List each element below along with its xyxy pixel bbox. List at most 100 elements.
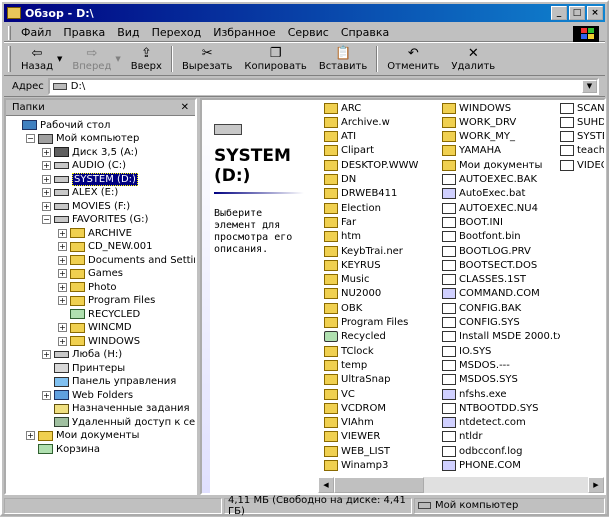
file-item[interactable]: DN xyxy=(324,173,440,187)
file-item[interactable]: VIDEOF xyxy=(560,158,604,172)
file-item[interactable]: OBK xyxy=(324,301,440,315)
file-item[interactable]: Мои документы xyxy=(442,158,560,172)
horizontal-scrollbar[interactable]: ◀ ▶ xyxy=(318,477,604,493)
tree-item[interactable]: + WINCMD xyxy=(58,321,132,335)
tree-item[interactable]: − Мой компьютер xyxy=(26,132,139,146)
file-item[interactable]: SYSTEI xyxy=(560,130,604,144)
tree-item[interactable]: Назначенные задания xyxy=(42,402,190,416)
menu-go[interactable]: Переход xyxy=(146,26,208,39)
file-item[interactable]: CONFIG.SYS xyxy=(442,316,560,330)
address-dropdown-button[interactable]: ▼ xyxy=(582,80,597,93)
tree-item[interactable]: + ALEX (E:) xyxy=(42,186,118,200)
scroll-track[interactable] xyxy=(334,477,588,493)
undo-button[interactable]: ↶ Отменить xyxy=(381,43,445,75)
file-item[interactable]: SCANDI xyxy=(560,101,604,115)
menu-help[interactable]: Справка xyxy=(335,26,395,39)
file-item[interactable]: Far xyxy=(324,215,440,229)
expand-icon[interactable]: + xyxy=(42,350,51,359)
tree-item[interactable]: + ARCHIVE xyxy=(58,226,132,240)
file-item[interactable]: KEYRUS xyxy=(324,258,440,272)
scroll-right-button[interactable]: ▶ xyxy=(588,477,604,493)
file-item[interactable]: ntdetect.com xyxy=(442,416,560,430)
file-item[interactable]: MSDOS.SYS xyxy=(442,373,560,387)
cut-button[interactable]: ✂ Вырезать xyxy=(176,43,238,75)
file-item[interactable]: nfshs.exe xyxy=(442,387,560,401)
file-item[interactable]: VCDROM xyxy=(324,401,440,415)
minimize-button[interactable]: _ xyxy=(551,6,567,20)
tree-item[interactable]: RECYCLED xyxy=(58,307,140,321)
menu-file[interactable]: Файл xyxy=(15,26,57,39)
expand-icon[interactable]: + xyxy=(58,228,67,238)
close-button[interactable]: × xyxy=(587,6,603,20)
tree-item[interactable]: + Program Files xyxy=(58,294,155,308)
scroll-thumb[interactable] xyxy=(334,477,424,493)
file-item[interactable]: WINDOWS xyxy=(442,101,560,115)
file-item[interactable]: UltraSnap xyxy=(324,373,440,387)
file-item[interactable]: temp xyxy=(324,358,440,372)
tree-item[interactable]: + Photo xyxy=(58,280,117,294)
file-item[interactable]: CONFIG.BAK xyxy=(442,301,560,315)
file-item[interactable]: CLASSES.1ST xyxy=(442,273,560,287)
file-item[interactable]: AutoExec.bat xyxy=(442,187,560,201)
tree-item[interactable]: + MOVIES (F:) xyxy=(42,199,130,213)
file-item[interactable]: NTBOOTDD.SYS xyxy=(442,401,560,415)
forward-dropdown-icon[interactable]: ▼ xyxy=(115,55,120,63)
file-item[interactable]: Recycled xyxy=(324,330,440,344)
menu-view[interactable]: Вид xyxy=(111,26,145,39)
up-button[interactable]: ⇪ Вверх xyxy=(125,43,168,75)
menu-tools[interactable]: Сервис xyxy=(282,26,335,39)
file-item[interactable]: AUTOEXEC.BAK xyxy=(442,173,560,187)
copy-button[interactable]: ❐ Копировать xyxy=(238,43,312,75)
file-item[interactable]: htm xyxy=(324,230,440,244)
expand-icon[interactable]: + xyxy=(42,174,51,184)
tree-item[interactable]: + Мои документы xyxy=(26,429,139,443)
tree-item[interactable]: + WINDOWS xyxy=(58,334,140,348)
back-button[interactable]: ⇦ Назад xyxy=(15,43,59,75)
file-item[interactable]: VC xyxy=(324,387,440,401)
file-item[interactable]: Music xyxy=(324,273,440,287)
tree-item[interactable]: + AUDIO (C:) xyxy=(42,159,126,173)
expand-icon[interactable]: + xyxy=(58,282,67,292)
file-item[interactable]: Program Files xyxy=(324,316,440,330)
file-item[interactable]: SUHDL xyxy=(560,115,604,129)
menu-edit[interactable]: Правка xyxy=(57,26,111,39)
tree-item[interactable]: Корзина xyxy=(26,442,100,456)
collapse-icon[interactable]: − xyxy=(26,134,35,143)
expand-icon[interactable]: + xyxy=(58,269,67,278)
expand-icon[interactable]: + xyxy=(42,188,51,197)
file-item[interactable]: ARC xyxy=(324,101,440,115)
tree-item[interactable]: + Documents and Settings xyxy=(58,253,195,267)
tree-item[interactable]: Панель управления xyxy=(42,375,176,389)
expand-icon[interactable]: + xyxy=(58,336,67,346)
paste-button[interactable]: 📋 Вставить xyxy=(313,43,373,75)
file-item[interactable]: Archive.w xyxy=(324,115,440,129)
back-dropdown-icon[interactable]: ▼ xyxy=(57,55,62,63)
expand-icon[interactable]: + xyxy=(58,242,67,251)
menu-favorites[interactable]: Избранное xyxy=(207,26,281,39)
file-item[interactable]: DRWEB411 xyxy=(324,187,440,201)
file-item[interactable]: YAMAHA xyxy=(442,144,560,158)
file-item[interactable]: KeybTrai.ner xyxy=(324,244,440,258)
collapse-icon[interactable]: − xyxy=(42,215,51,224)
file-item[interactable]: Bootfont.bin xyxy=(442,230,560,244)
expand-icon[interactable]: + xyxy=(42,201,51,211)
expand-icon[interactable]: + xyxy=(42,147,51,157)
tree-item[interactable]: + Диск 3,5 (A:) xyxy=(42,145,138,159)
file-item[interactable]: Winamp3 xyxy=(324,459,440,473)
file-item[interactable]: WEB_LIST xyxy=(324,444,440,458)
forward-button[interactable]: ⇨ Вперед xyxy=(66,43,117,75)
maximize-button[interactable]: □ xyxy=(569,6,585,20)
tree-item[interactable]: + Люба (H:) xyxy=(42,348,122,362)
tree-item[interactable]: Принтеры xyxy=(42,361,125,375)
file-item[interactable]: NU2000 xyxy=(324,287,440,301)
file-item[interactable]: WORK_MY_ xyxy=(442,130,560,144)
file-item[interactable]: Clipart xyxy=(324,144,440,158)
file-item[interactable]: DESKTOP.WWW xyxy=(324,158,440,172)
tree-item[interactable]: + SYSTEM (D:) xyxy=(42,172,138,186)
scroll-left-button[interactable]: ◀ xyxy=(318,477,334,493)
file-item[interactable]: BOOT.INI xyxy=(442,215,560,229)
file-item[interactable]: BOOTSECT.DOS xyxy=(442,258,560,272)
file-item[interactable]: VIAhm xyxy=(324,416,440,430)
file-item[interactable]: TClock xyxy=(324,344,440,358)
expand-icon[interactable]: + xyxy=(58,255,67,265)
